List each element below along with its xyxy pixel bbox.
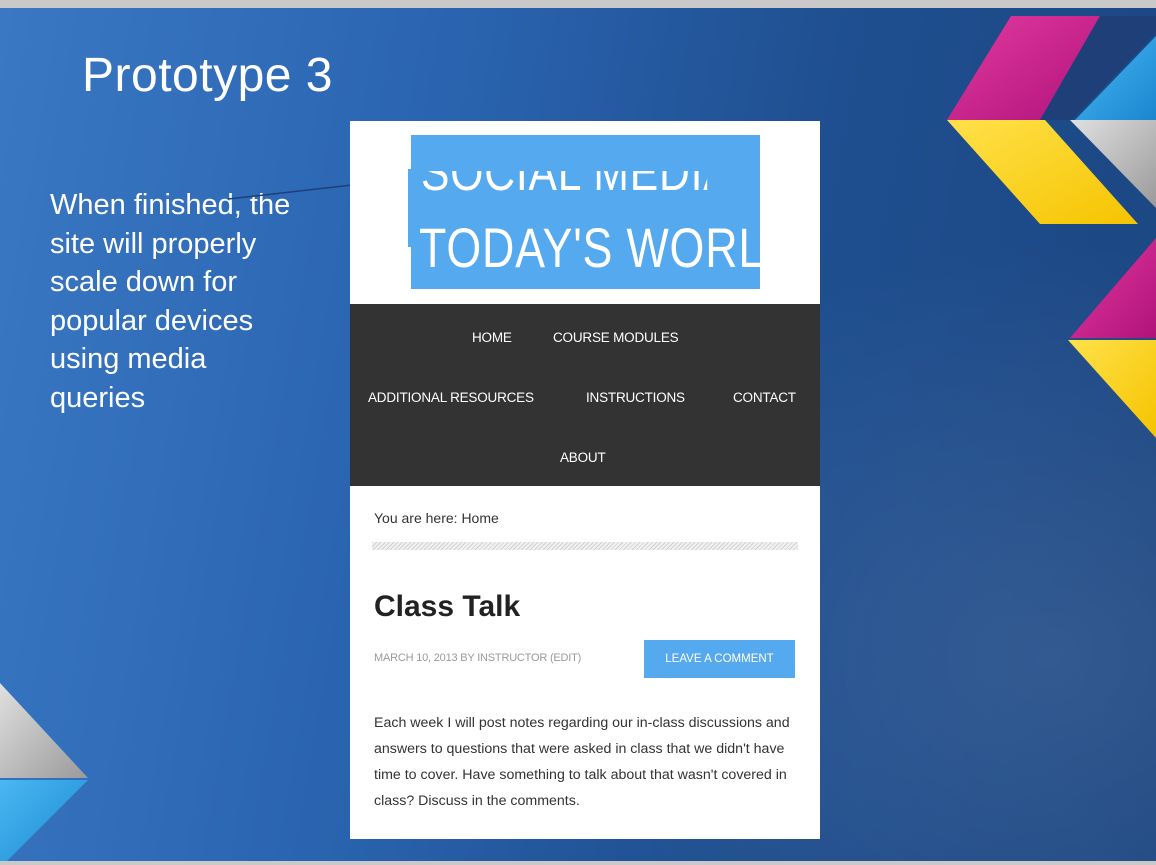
breadcrumb: You are here: Home <box>374 510 499 526</box>
nav-item-home[interactable]: HOME <box>472 330 512 345</box>
deco-yellow-mid <box>1068 340 1156 438</box>
deco-magenta-mid <box>1070 238 1156 338</box>
main-navigation: HOME COURSE MODULES ADDITIONAL RESOURCES… <box>350 304 820 486</box>
nav-item-instructions[interactable]: INSTRUCTIONS <box>586 390 685 405</box>
deco-cyan-bottom <box>0 780 88 861</box>
divider-hatch <box>372 542 798 550</box>
slide: Prototype 3 When finished, the site will… <box>0 0 1156 865</box>
post-meta: MARCH 10, 2013 BY INSTRUCTOR (EDIT) <box>374 652 582 664</box>
logo-line-1: SOCIAL MEDIA IN <box>421 144 760 202</box>
nav-item-contact[interactable]: CONTACT <box>733 390 796 405</box>
nav-item-course-modules[interactable]: COURSE MODULES <box>553 330 679 345</box>
post-title[interactable]: Class Talk <box>374 590 520 624</box>
site-header: SOCIAL MEDIA IN TODAY'S WORLD <box>350 121 820 304</box>
post-body: Each week I will post notes regarding ou… <box>374 715 790 809</box>
deco-gray-bottom <box>0 683 88 778</box>
slide-title: Prototype 3 <box>82 49 333 102</box>
logo-line-2: TODAY'S WORLD <box>419 216 760 279</box>
site-logo[interactable]: SOCIAL MEDIA IN TODAY'S WORLD <box>411 135 760 289</box>
nav-item-additional-resources[interactable]: ADDITIONAL RESOURCES <box>368 390 534 405</box>
slide-body-text: When finished, the site will properly sc… <box>50 189 291 414</box>
website-preview: SOCIAL MEDIA IN TODAY'S WORLD HOME COURS… <box>350 121 820 839</box>
nav-item-about[interactable]: ABOUT <box>560 450 606 465</box>
leave-comment-button[interactable]: LEAVE A COMMENT <box>644 640 795 678</box>
